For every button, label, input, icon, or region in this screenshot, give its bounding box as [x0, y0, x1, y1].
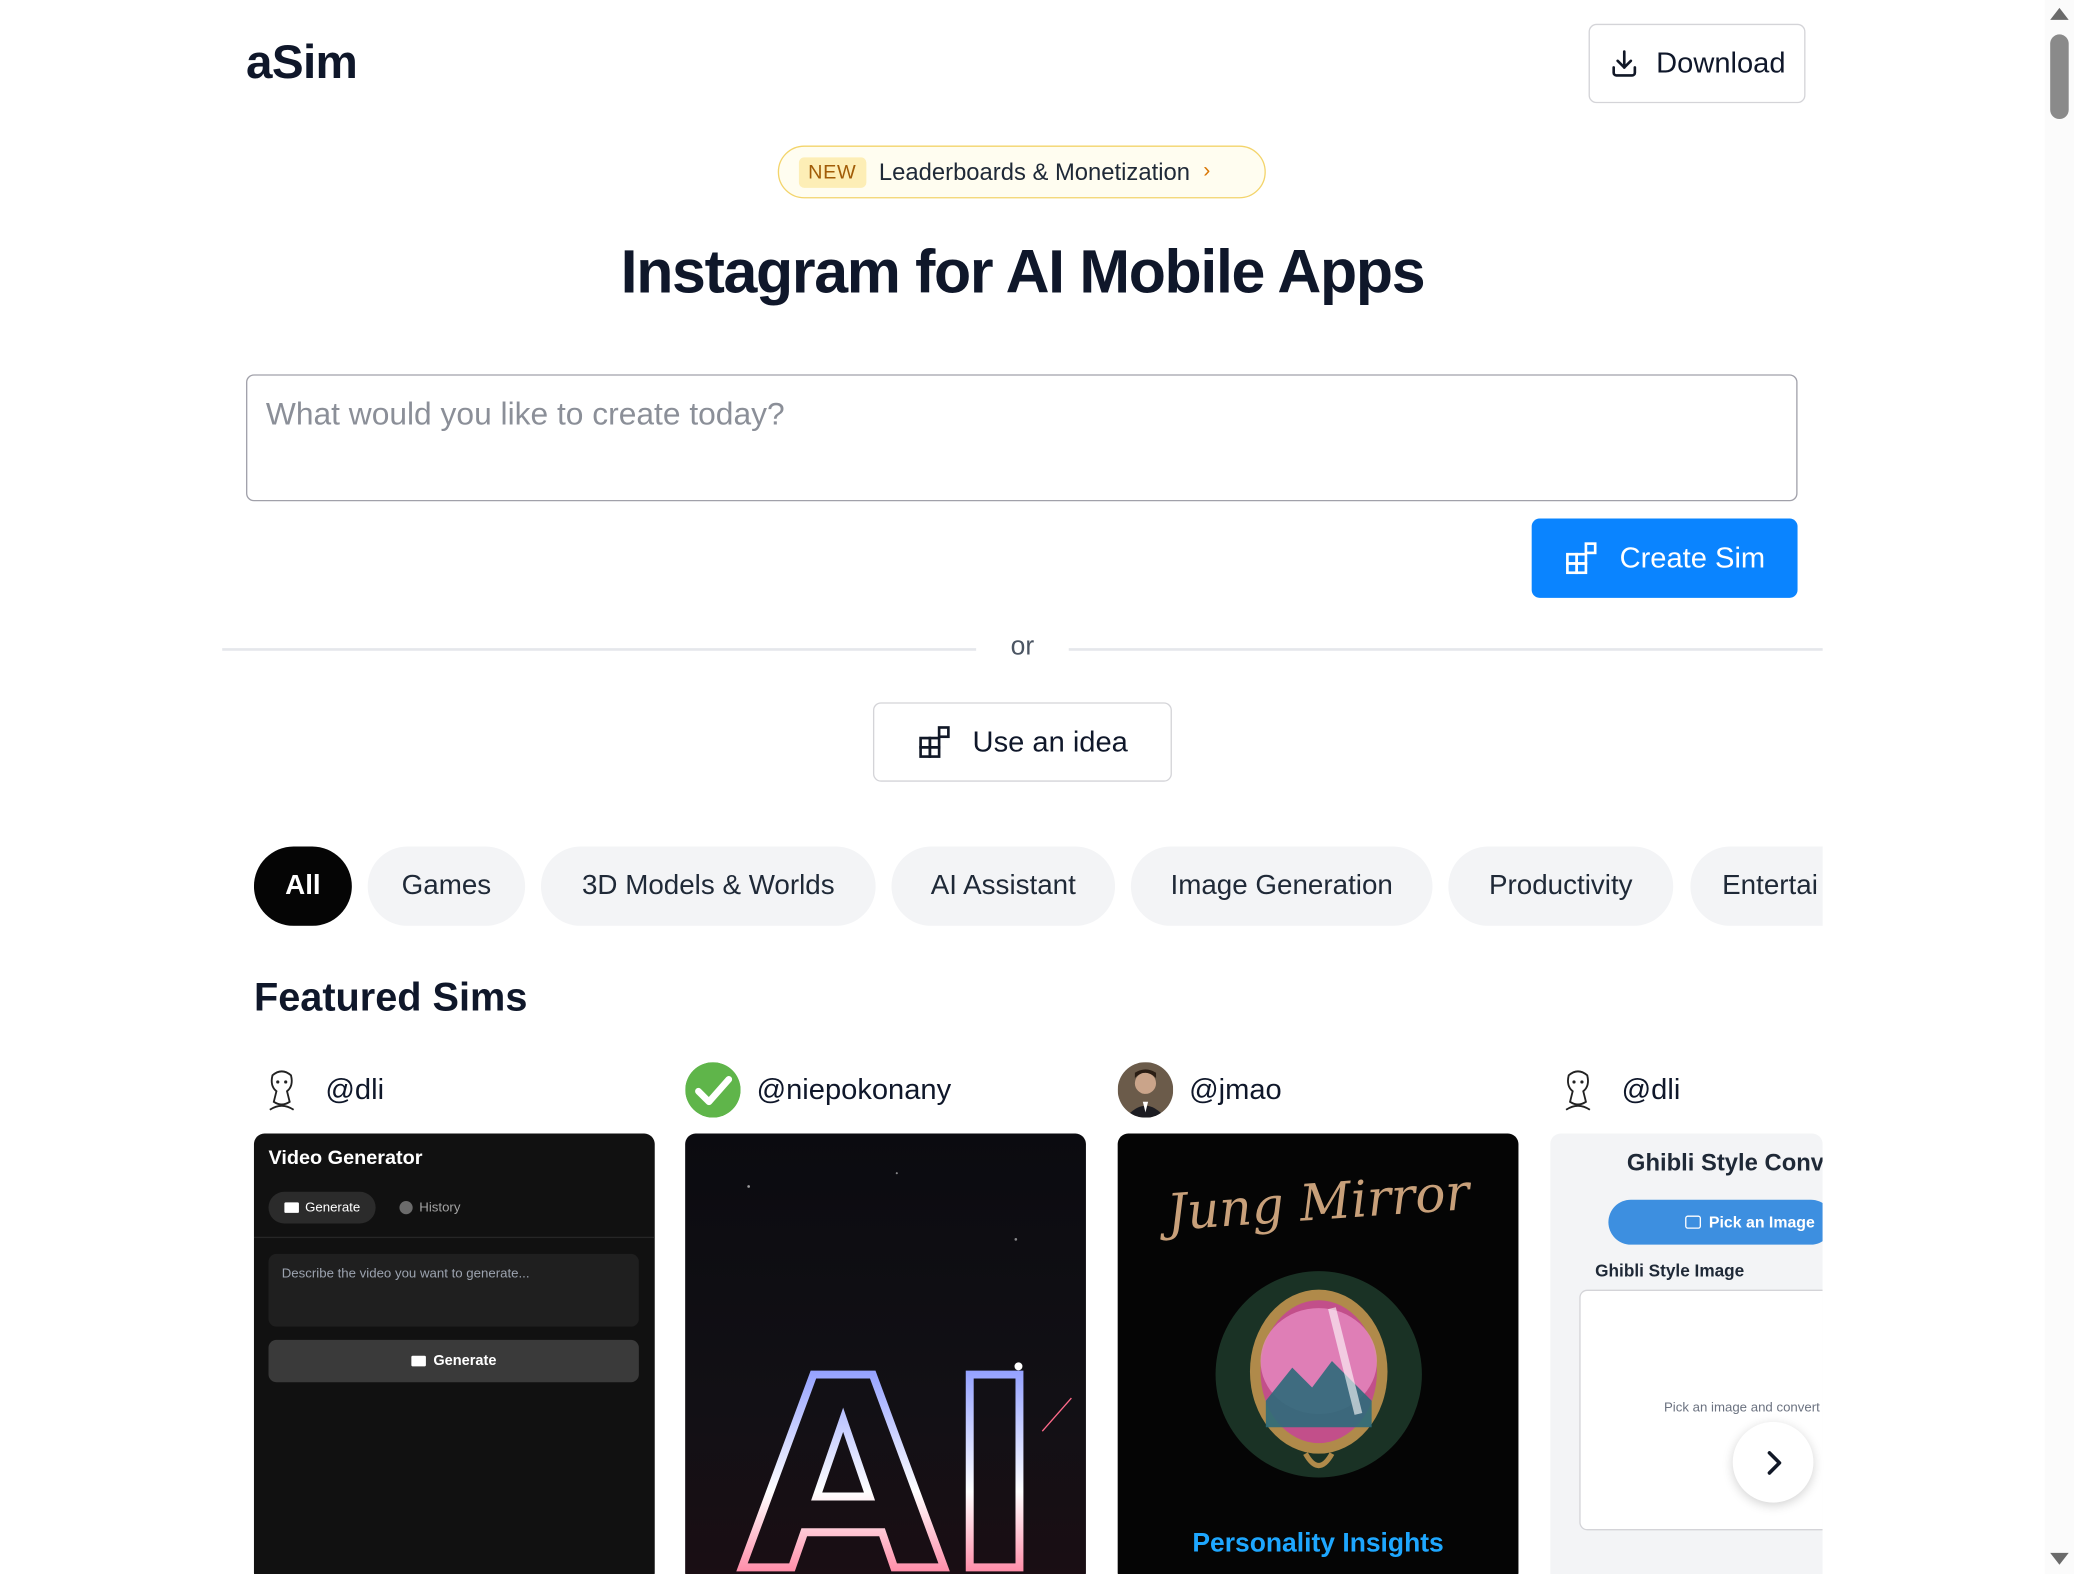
- prompt-input[interactable]: [246, 374, 1798, 502]
- category-filter-bar: All Games 3D Models & Worlds AI Assistan…: [253, 846, 1823, 926]
- page: aSim Download NEW Leaderboards & Monetiz…: [0, 0, 2074, 1574]
- create-sim-label: Create Sim: [1619, 540, 1766, 575]
- preview-pick-image-button: Pick an Image: [1608, 1199, 1823, 1245]
- announcement-text: Leaderboards & Monetization: [878, 158, 1190, 185]
- announcement-pill[interactable]: NEW Leaderboards & Monetization ›: [777, 145, 1266, 199]
- photo-avatar: [1117, 1062, 1174, 1118]
- preview-ai-text: AI: [741, 1322, 1044, 1574]
- download-label: Download: [1656, 46, 1786, 80]
- image-icon: [1685, 1215, 1701, 1229]
- preview-label: Ghibli Style Image: [1595, 1260, 1745, 1281]
- app-logo[interactable]: aSim: [246, 34, 358, 90]
- sim-preview[interactable]: AI: [685, 1133, 1086, 1574]
- sketch-character-avatar: [1550, 1062, 1606, 1118]
- preview-title: Jung Mirror: [1164, 1162, 1472, 1242]
- featured-sims-title: Featured Sims: [253, 976, 528, 1020]
- author-handle: @niepokonany: [756, 1072, 952, 1106]
- chevron-right-icon: ›: [1203, 160, 1211, 183]
- preview-divider: [253, 1236, 655, 1239]
- chevron-right-icon: [1766, 1450, 1781, 1475]
- page-scrollbar[interactable]: [2044, 0, 2074, 1574]
- sketch-character-avatar: [253, 1062, 310, 1118]
- sim-card[interactable]: @jmao Jung Mirror Personality Insights: [1117, 1058, 1519, 1574]
- carousel-next-button[interactable]: [1732, 1421, 1814, 1503]
- preview-generate-button: Generate: [268, 1339, 639, 1383]
- download-icon: [1612, 50, 1637, 77]
- preview-tab-label: History: [419, 1200, 461, 1215]
- use-idea-label: Use an idea: [972, 724, 1128, 758]
- sim-preview[interactable]: Video Generator Generate History Describ…: [253, 1133, 655, 1574]
- ai-neon-art: AI: [737, 1172, 1072, 1574]
- sim-preview[interactable]: Ghibli Style Conv Pick an Image Ghibli S…: [1550, 1133, 1823, 1574]
- create-sim-button[interactable]: Create Sim: [1531, 518, 1798, 598]
- category-chip-entertainment[interactable]: Entertai: [1690, 846, 1823, 926]
- video-icon: [283, 1202, 299, 1213]
- sim-card[interactable]: @niepokonany AI: [685, 1058, 1086, 1574]
- new-badge: NEW: [798, 156, 866, 188]
- card-author[interactable]: @jmao: [1117, 1061, 1282, 1119]
- video-icon: [410, 1355, 426, 1367]
- category-chip-3d-models[interactable]: 3D Models & Worlds: [540, 846, 876, 926]
- clock-icon: [399, 1201, 413, 1215]
- divider-left: [222, 648, 977, 651]
- preview-button-label: Generate: [433, 1353, 497, 1369]
- preview-title: Video Generator: [268, 1146, 423, 1170]
- preview-button-label: Pick an Image: [1708, 1212, 1815, 1232]
- preview-title: Ghibli Style Conv: [1626, 1149, 1823, 1176]
- category-chip-ai-assistant[interactable]: AI Assistant: [891, 846, 1116, 926]
- hero-title: Instagram for AI Mobile Apps: [620, 236, 1426, 306]
- preview-subtitle: Personality Insights: [1192, 1529, 1444, 1559]
- preview-tab-history: History: [399, 1192, 460, 1224]
- category-chip-image-generation[interactable]: Image Generation: [1130, 846, 1433, 926]
- use-idea-button[interactable]: Use an idea: [872, 702, 1172, 782]
- preview-tab-label: Generate: [305, 1200, 361, 1215]
- scroll-up-arrow-icon[interactable]: [2050, 7, 2069, 20]
- author-handle: @dli: [1621, 1072, 1681, 1106]
- download-button[interactable]: Download: [1588, 23, 1806, 104]
- preview-textarea: Describe the video you want to generate.…: [268, 1253, 639, 1327]
- scroll-down-arrow-icon[interactable]: [2050, 1552, 2069, 1565]
- category-chip-games[interactable]: Games: [367, 846, 526, 926]
- sim-preview[interactable]: Jung Mirror Personality Insights: [1117, 1133, 1519, 1574]
- green-check-avatar: [685, 1062, 741, 1118]
- divider-right: [1068, 648, 1823, 651]
- author-handle: @jmao: [1189, 1072, 1282, 1106]
- preview-tab-generate: Generate: [268, 1191, 376, 1224]
- or-label: or: [1010, 632, 1035, 662]
- card-author[interactable]: @dli: [253, 1061, 385, 1119]
- category-chip-all[interactable]: All: [253, 846, 352, 926]
- preview-hint: Pick an image and convert: [1663, 1400, 1820, 1416]
- blocks-icon: [919, 726, 951, 758]
- scroll-thumb[interactable]: [2050, 34, 2069, 120]
- author-handle: @dli: [325, 1072, 385, 1106]
- sim-card[interactable]: @dli Video Generator Generate History De…: [253, 1058, 655, 1574]
- card-author[interactable]: @niepokonany: [685, 1061, 951, 1119]
- card-author[interactable]: @dli: [1550, 1061, 1680, 1119]
- category-chip-productivity[interactable]: Productivity: [1448, 846, 1674, 926]
- blocks-icon: [1566, 542, 1598, 575]
- mirror-art: [1215, 1271, 1422, 1478]
